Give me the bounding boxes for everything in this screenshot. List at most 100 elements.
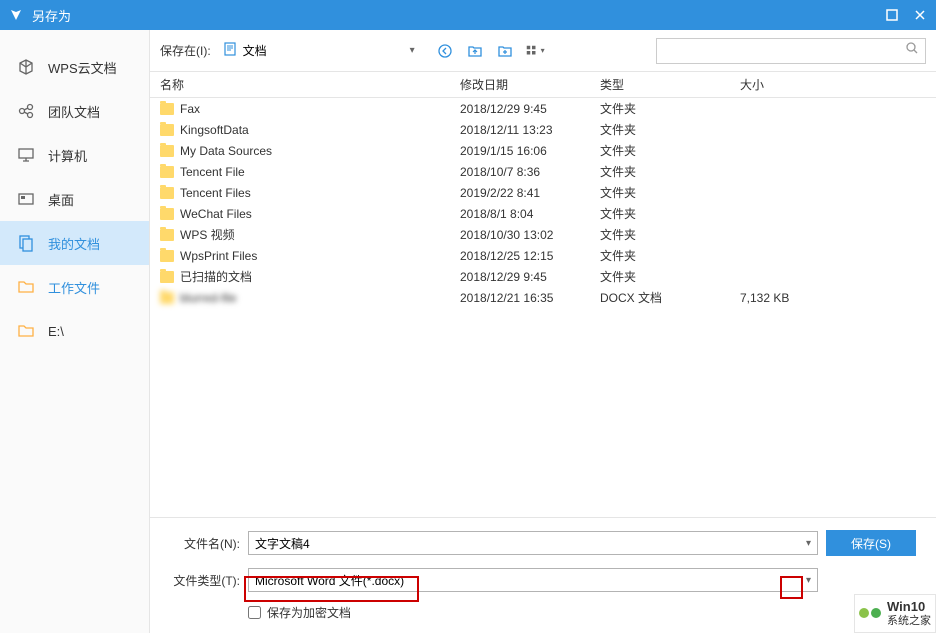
file-date: 2018/12/29 9:45: [460, 270, 600, 284]
sidebar-item-label: 团队文档: [48, 102, 100, 121]
search-icon: [905, 41, 919, 60]
file-type: DOCX 文档: [600, 289, 720, 306]
file-name: blurred-file: [180, 291, 237, 305]
file-row[interactable]: 已扫描的文档 2018/12/29 9:45 文件夹: [150, 266, 936, 287]
sidebar-item-team-docs[interactable]: 团队文档: [0, 89, 149, 133]
folder-icon: [160, 145, 174, 157]
file-row[interactable]: blurred-file 2018/12/21 16:35 DOCX 文档 7,…: [150, 287, 936, 308]
file-name: KingsoftData: [180, 123, 249, 137]
file-name: WpsPrint Files: [180, 249, 257, 263]
sidebar-item-work-file[interactable]: 工作文件: [0, 265, 149, 309]
file-type: 文件夹: [600, 205, 720, 222]
doc-icon: [223, 42, 237, 59]
close-button[interactable]: [912, 7, 928, 23]
file-name: 已扫描的文档: [180, 268, 252, 285]
sidebar-item-label: E:\: [48, 324, 64, 339]
file-row[interactable]: Tencent Files 2019/2/22 8:41 文件夹: [150, 182, 936, 203]
filename-label: 文件名(N):: [170, 535, 240, 552]
file-row[interactable]: My Data Sources 2019/1/15 16:06 文件夹: [150, 140, 936, 161]
file-type: 文件夹: [600, 142, 720, 159]
file-row[interactable]: WpsPrint Files 2018/12/25 12:15 文件夹: [150, 245, 936, 266]
folder-icon: [160, 229, 174, 241]
view-grid-icon[interactable]: ▾: [525, 41, 545, 61]
file-row[interactable]: Fax 2018/12/29 9:45 文件夹: [150, 98, 936, 119]
sidebar-item-label: 计算机: [48, 146, 87, 165]
file-name: Tencent Files: [180, 186, 251, 200]
new-folder-icon[interactable]: [495, 41, 515, 61]
app-icon: [8, 7, 24, 23]
file-name: WPS 视频: [180, 226, 235, 243]
file-date: 2018/12/25 12:15: [460, 249, 600, 263]
file-type: 文件夹: [600, 226, 720, 243]
chevron-down-icon: ▾: [806, 538, 811, 549]
sidebar-item-label: 桌面: [48, 190, 74, 209]
sidebar-item-e-drive[interactable]: E:\: [0, 309, 149, 353]
desktop-icon: [16, 189, 36, 209]
up-folder-icon[interactable]: [465, 41, 485, 61]
chevron-down-icon: ▾: [806, 575, 811, 586]
sidebar-item-label: 我的文档: [48, 234, 100, 253]
file-date: 2018/12/29 9:45: [460, 102, 600, 116]
file-name: Fax: [180, 102, 200, 116]
folder-icon: [160, 124, 174, 136]
folder-icon: [160, 250, 174, 262]
folder-icon: [16, 321, 36, 341]
folder-icon: [160, 271, 174, 283]
maximize-button[interactable]: [884, 7, 900, 23]
file-name: Tencent File: [180, 165, 245, 179]
folder-icon: [160, 208, 174, 220]
file-date: 2018/10/7 8:36: [460, 165, 600, 179]
search-box[interactable]: [656, 38, 926, 64]
docs-icon: [16, 233, 36, 253]
file-row[interactable]: KingsoftData 2018/12/11 13:23 文件夹: [150, 119, 936, 140]
folder-icon: [160, 166, 174, 178]
file-date: 2019/1/15 16:06: [460, 144, 600, 158]
file-date: 2018/12/21 16:35: [460, 291, 600, 305]
file-name: WeChat Files: [180, 207, 252, 221]
column-size[interactable]: 大小: [720, 76, 926, 93]
file-row[interactable]: WPS 视频 2018/10/30 13:02 文件夹: [150, 224, 936, 245]
chevron-down-icon: ▾: [410, 45, 415, 56]
file-type: 文件夹: [600, 100, 720, 117]
folder-icon: [16, 277, 36, 297]
encrypt-checkbox[interactable]: [248, 606, 261, 619]
sidebar-item-my-docs[interactable]: 我的文档: [0, 221, 149, 265]
file-list-header: 名称 修改日期 类型 大小: [150, 72, 936, 98]
file-type: 文件夹: [600, 184, 720, 201]
file-date: 2018/12/11 13:23: [460, 123, 600, 137]
file-size: 7,132 KB: [720, 291, 926, 305]
cube-icon: [16, 57, 36, 77]
sidebar-item-label: WPS云文档: [48, 58, 117, 77]
location-dropdown[interactable]: 文档 ▾: [219, 39, 419, 63]
sidebar-item-computer[interactable]: 计算机: [0, 133, 149, 177]
sidebar-item-desktop[interactable]: 桌面: [0, 177, 149, 221]
sidebar: WPS云文档 团队文档 计算机 桌面 我的文档 工作文件 E:\: [0, 30, 150, 633]
file-date: 2018/8/1 8:04: [460, 207, 600, 221]
file-row[interactable]: Tencent File 2018/10/7 8:36 文件夹: [150, 161, 936, 182]
column-type[interactable]: 类型: [600, 76, 720, 93]
save-button[interactable]: 保存(S): [826, 530, 916, 556]
file-date: 2019/2/22 8:41: [460, 186, 600, 200]
search-input[interactable]: [663, 44, 905, 58]
column-date[interactable]: 修改日期: [460, 76, 600, 93]
save-in-label: 保存在(I):: [160, 42, 211, 59]
folder-icon: [160, 103, 174, 115]
filetype-label: 文件类型(T):: [170, 572, 240, 589]
sidebar-item-wps-cloud[interactable]: WPS云文档: [0, 45, 149, 89]
share-icon: [16, 101, 36, 121]
window-title: 另存为: [32, 6, 884, 25]
bottom-panel: 文件名(N): 文字文稿4 ▾ 保存(S) 文件类型(T): Microsoft…: [150, 517, 936, 633]
location-text: 文档: [243, 42, 404, 59]
file-type: 文件夹: [600, 163, 720, 180]
back-icon[interactable]: [435, 41, 455, 61]
file-name: My Data Sources: [180, 144, 272, 158]
filetype-dropdown[interactable]: Microsoft Word 文件(*.docx) ▾: [248, 568, 818, 592]
folder-icon: [160, 292, 174, 304]
file-date: 2018/10/30 13:02: [460, 228, 600, 242]
monitor-icon: [16, 145, 36, 165]
column-name[interactable]: 名称: [160, 76, 460, 93]
file-type: 文件夹: [600, 121, 720, 138]
file-row[interactable]: WeChat Files 2018/8/1 8:04 文件夹: [150, 203, 936, 224]
toolbar: 保存在(I): 文档 ▾ ▾: [150, 30, 936, 72]
filename-input[interactable]: 文字文稿4 ▾: [248, 531, 818, 555]
